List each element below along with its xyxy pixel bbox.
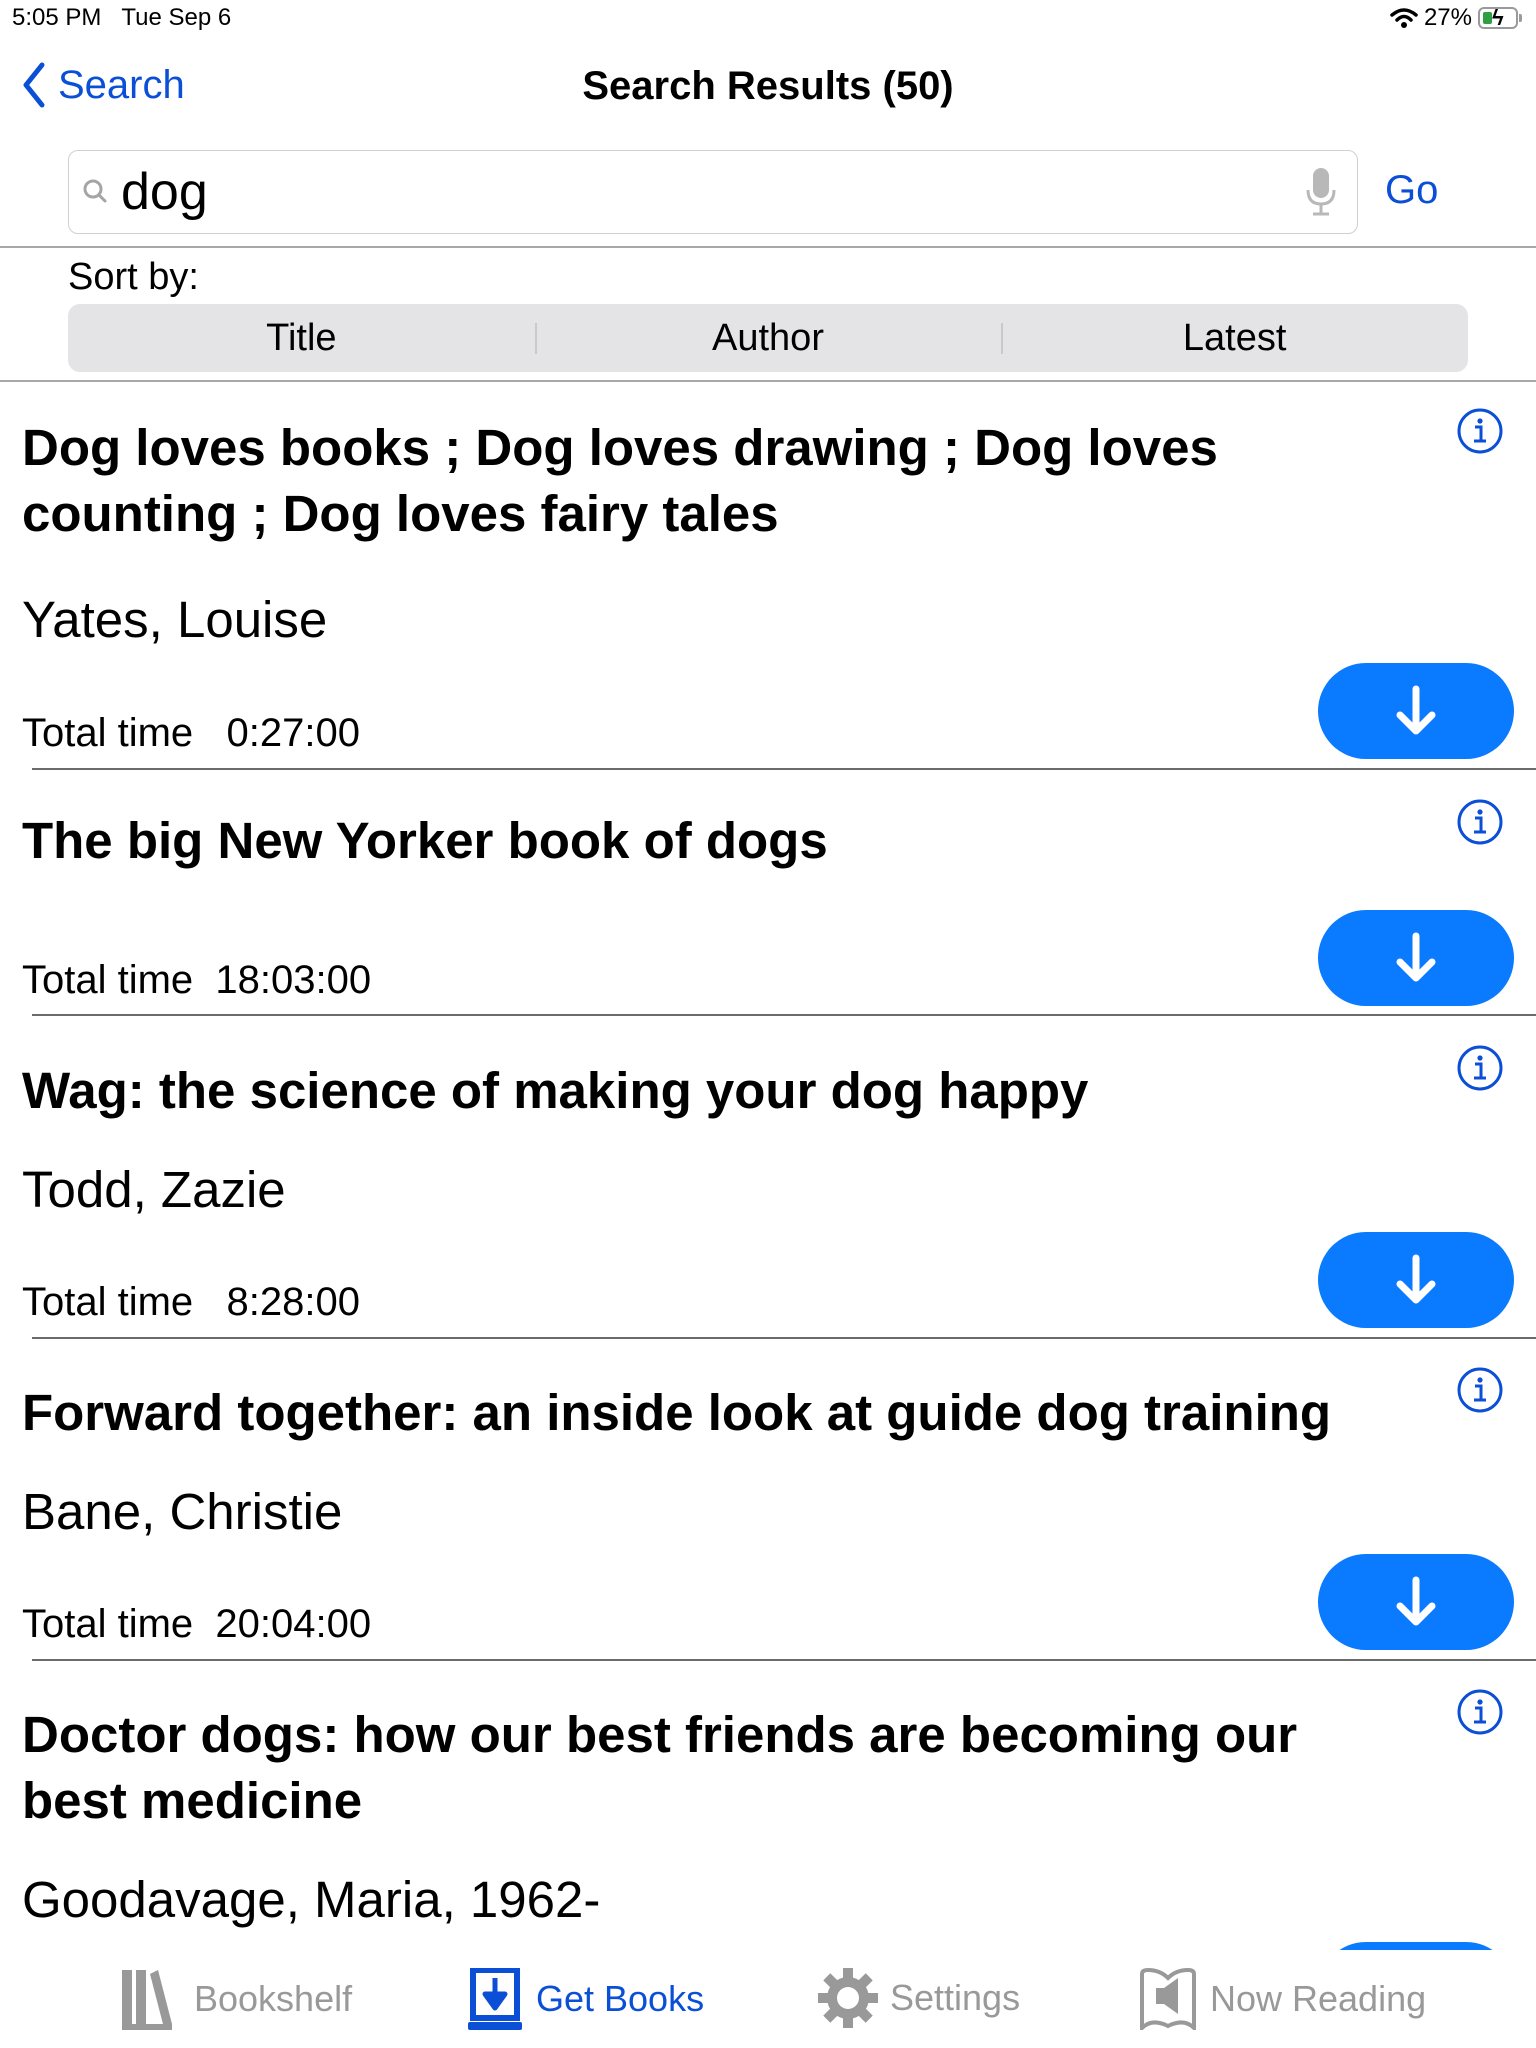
divider [0, 380, 1536, 382]
result-total-time: Total time 8:28:00 [22, 1280, 360, 1325]
search-icon [83, 179, 107, 203]
total-time-label: Total time [22, 711, 194, 755]
chevron-left-icon [23, 62, 45, 108]
bookshelf-icon [122, 1970, 172, 2030]
download-arrow-icon [1396, 1254, 1436, 1304]
status-bar-time: 5:05 PM Tue Sep 6 [12, 4, 231, 32]
result-title[interactable]: Wag: the science of making your dog happ… [22, 1058, 1362, 1124]
result-title[interactable]: Dog loves books ; Dog loves drawing ; Do… [22, 415, 1362, 547]
result-item: Doctor dogs: how our best friends are be… [0, 1660, 1536, 2038]
back-label: Search [58, 62, 185, 107]
download-button[interactable] [1318, 1232, 1514, 1328]
sort-option-latest[interactable]: Latest [1001, 317, 1468, 360]
sort-segmented-control: Title Author Latest [68, 304, 1468, 372]
download-arrow-icon [1396, 685, 1436, 735]
result-title[interactable]: Forward together: an inside look at guid… [22, 1380, 1362, 1446]
total-time-value: 20:04:00 [215, 1602, 372, 1646]
status-time: 5:05 PM [12, 4, 102, 31]
info-icon[interactable] [1456, 407, 1504, 455]
tab-bar: Bookshelf Get Books Settings Now Reading [0, 1950, 1536, 2048]
info-icon[interactable] [1456, 798, 1504, 846]
total-time-label: Total time [22, 958, 194, 1002]
total-time-value: 8:28:00 [226, 1280, 360, 1324]
result-total-time: Total time 20:04:00 [22, 1602, 371, 1647]
tab-now-reading[interactable]: Now Reading [1138, 1968, 1426, 2030]
result-item: Wag: the science of making your dog happ… [0, 1016, 1536, 1339]
total-time-label: Total time [22, 1280, 194, 1324]
page-title: Search Results (50) [582, 64, 954, 108]
result-title[interactable]: The big New Yorker book of dogs [22, 808, 1362, 874]
total-time-label: Total time [22, 1602, 194, 1646]
result-author: Bane, Christie [22, 1483, 343, 1540]
get-books-icon [468, 1968, 522, 2030]
divider [0, 246, 1536, 248]
search-field[interactable] [68, 150, 1358, 234]
result-item: Dog loves books ; Dog loves drawing ; Do… [0, 383, 1536, 770]
tab-settings[interactable]: Settings [818, 1968, 1020, 2028]
battery-percent: 27% [1423, 4, 1472, 31]
info-icon[interactable] [1456, 1044, 1504, 1092]
download-button[interactable] [1318, 1554, 1514, 1650]
total-time-value: 18:03:00 [215, 958, 372, 1002]
search-input[interactable] [121, 162, 1303, 222]
sort-option-author[interactable]: Author [534, 317, 1002, 360]
result-total-time: Total time 18:03:00 [22, 958, 371, 1003]
tab-label: Settings [890, 1977, 1021, 2018]
now-reading-icon [1140, 1968, 1196, 2030]
battery-cap [1519, 14, 1522, 22]
go-button[interactable]: Go [1385, 168, 1438, 213]
battery-charging-icon: ϟ [1478, 5, 1518, 30]
sort-option-title[interactable]: Title [68, 317, 535, 360]
status-date: Tue Sep 6 [121, 4, 232, 31]
wifi-icon [1390, 8, 1418, 28]
total-time-value: 0:27:00 [226, 711, 360, 755]
download-arrow-icon [1396, 1576, 1436, 1626]
download-button[interactable] [1318, 910, 1514, 1006]
info-icon[interactable] [1456, 1366, 1504, 1414]
result-title[interactable]: Doctor dogs: how our best friends are be… [22, 1702, 1362, 1834]
status-bar-indicators: 27% ϟ [1390, 4, 1522, 32]
sort-label: Sort by: [68, 256, 199, 298]
result-item: The big New Yorker book of dogs Total ti… [0, 770, 1536, 1016]
result-item: Forward together: an inside look at guid… [0, 1338, 1536, 1661]
result-author: Yates, Louise [22, 591, 328, 648]
tab-label: Now Reading [1210, 1978, 1427, 2019]
gear-icon [818, 1968, 878, 2028]
info-icon[interactable] [1456, 1688, 1504, 1736]
result-total-time: Total time 0:27:00 [22, 711, 360, 756]
download-arrow-icon [1396, 932, 1436, 982]
result-author: Todd, Zazie [22, 1161, 286, 1218]
download-button[interactable] [1318, 663, 1514, 759]
tab-get-books[interactable]: Get Books [468, 1968, 704, 2030]
microphone-icon[interactable] [1303, 166, 1339, 218]
back-button[interactable]: Search [22, 62, 185, 108]
tab-label: Bookshelf [194, 1978, 353, 2019]
tab-label: Get Books [536, 1978, 705, 2019]
result-author: Goodavage, Maria, 1962- [22, 1871, 601, 1928]
tab-bookshelf[interactable]: Bookshelf [122, 1968, 352, 2030]
